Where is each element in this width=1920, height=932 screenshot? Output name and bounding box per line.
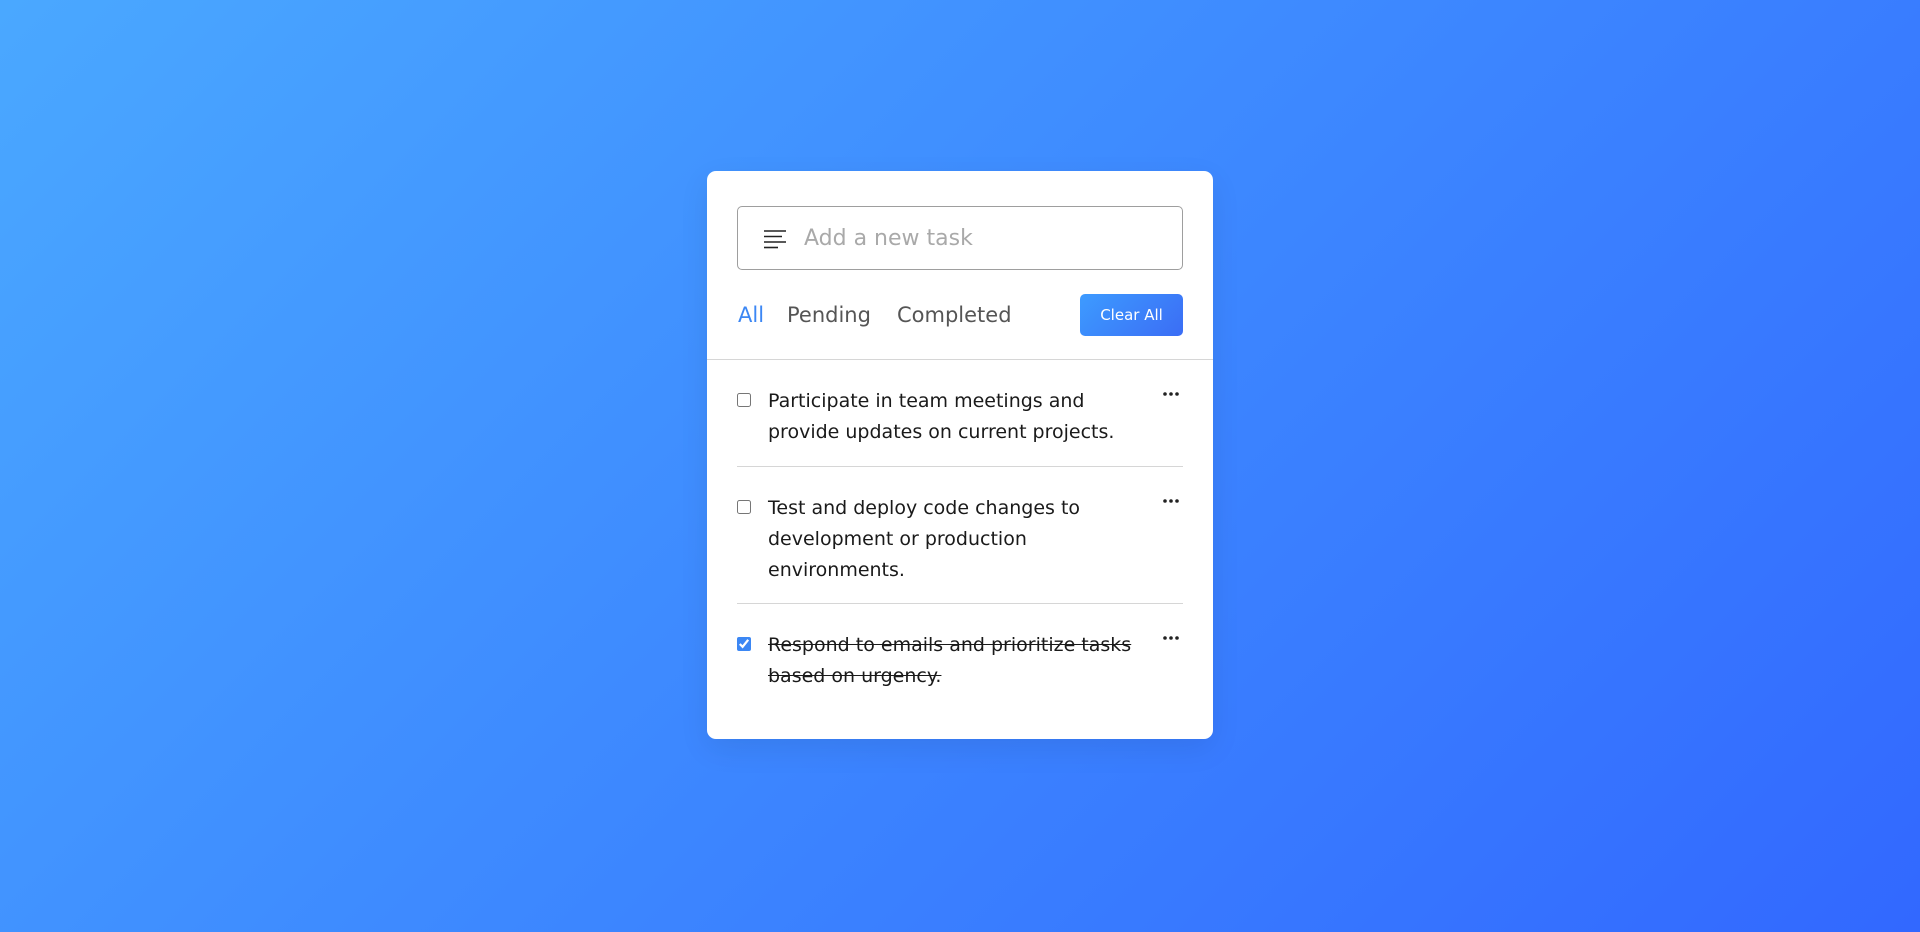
task-item: Participate in team meetings and provide… (737, 360, 1183, 467)
task-item: Test and deploy code changes to developm… (737, 467, 1183, 604)
task-checkbox[interactable] (737, 500, 751, 514)
task-text: Participate in team meetings and provide… (768, 390, 1115, 443)
task-text: Respond to emails and prioritize tasks b… (768, 634, 1132, 687)
ellipsis-icon[interactable] (1159, 628, 1183, 648)
filter-all[interactable]: All (738, 302, 764, 328)
task-checkbox[interactable] (737, 393, 751, 407)
todo-card: All Pending Completed Clear All Particip… (707, 171, 1213, 739)
new-task-input[interactable] (804, 207, 1164, 269)
clear-all-button[interactable]: Clear All (1080, 294, 1183, 336)
ellipsis-icon[interactable] (1159, 491, 1183, 511)
menu-lines-icon (764, 230, 786, 249)
ellipsis-icon[interactable] (1159, 384, 1183, 404)
filter-completed[interactable]: Completed (897, 302, 1012, 328)
task-list: Participate in team meetings and provide… (737, 360, 1183, 704)
task-text: Test and deploy code changes to developm… (768, 497, 1081, 581)
task-item: Respond to emails and prioritize tasks b… (737, 604, 1183, 704)
task-input-container (737, 206, 1183, 270)
task-checkbox[interactable] (737, 637, 751, 651)
filter-pending[interactable]: Pending (787, 302, 871, 328)
filter-controls: All Pending Completed Clear All (737, 294, 1183, 336)
